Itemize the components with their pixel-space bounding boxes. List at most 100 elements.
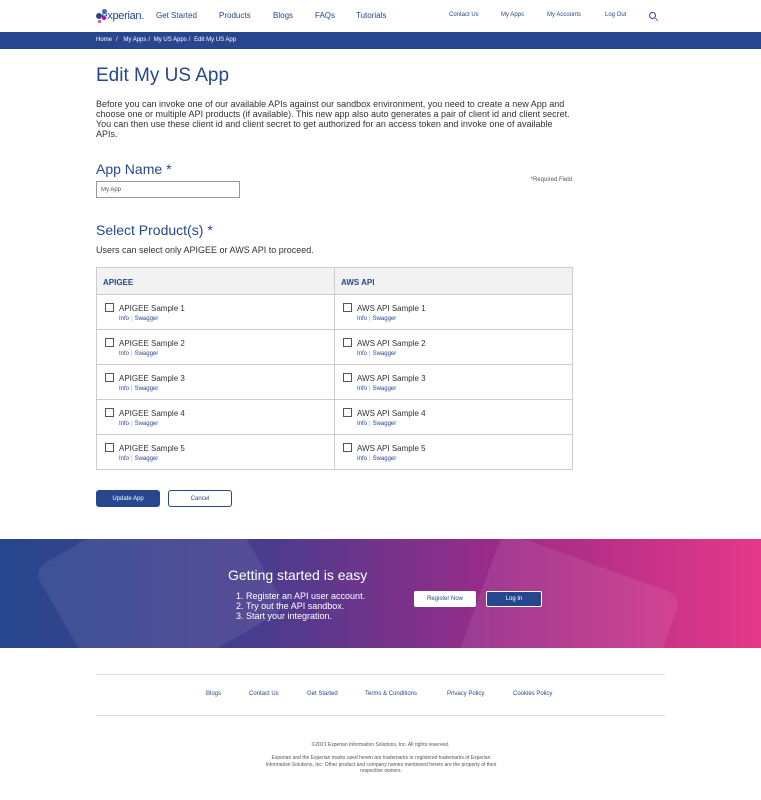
footer-privacy[interactable]: Privacy Policy <box>447 691 484 697</box>
app-name-input[interactable] <box>96 181 240 198</box>
nav-blogs[interactable]: Blogs <box>273 11 293 20</box>
info-link[interactable]: Info <box>357 316 367 322</box>
banner-step: 3. Start your integration. <box>236 611 333 621</box>
nav-tutorials[interactable]: Tutorials <box>356 11 386 20</box>
nav-my-apps[interactable]: My Apps <box>501 12 524 18</box>
breadcrumb-my-us-apps[interactable]: My US Apps <box>154 37 187 43</box>
product-checkbox[interactable] <box>343 373 352 382</box>
info-link[interactable]: Info <box>119 421 129 427</box>
swagger-link[interactable]: Swagger <box>135 456 159 462</box>
aws-column: AWS API AWS API Sample 1 Info | Swagger AW… <box>335 268 572 469</box>
swagger-link[interactable]: Swagger <box>135 386 159 392</box>
nav-contact-us[interactable]: Contact Us <box>449 12 479 18</box>
cancel-button[interactable]: Cancel <box>168 490 232 507</box>
footer-divider <box>96 674 665 675</box>
getting-started-banner: Getting started is easy 1. Register an AP… <box>0 539 761 648</box>
required-marker: * <box>166 161 172 177</box>
product-checkbox[interactable] <box>105 408 114 417</box>
banner-steps: 1. Register an API user account. 2. Try ou… <box>236 591 365 621</box>
info-link[interactable]: Info <box>357 456 367 462</box>
info-link[interactable]: Info <box>119 351 129 357</box>
update-app-button[interactable]: Update App <box>96 490 160 507</box>
swagger-link[interactable]: Swagger <box>373 421 397 427</box>
product-name: APIGEE Sample 4 <box>119 409 185 418</box>
product-row: APIGEE Sample 5 Info | Swagger <box>97 435 334 470</box>
breadcrumb: Home / My Apps / My US Apps / Edit My US Ap… <box>96 37 237 43</box>
logo-text: experian. <box>101 10 144 22</box>
swagger-link[interactable]: Swagger <box>373 351 397 357</box>
product-name: APIGEE Sample 2 <box>119 339 185 348</box>
product-checkbox[interactable] <box>105 338 114 347</box>
product-table: APIGEE APIGEE Sample 1 Info | Swagger APIG… <box>96 267 573 470</box>
product-name: AWS API Sample 3 <box>357 374 426 383</box>
app-name-label: App Name * <box>96 161 172 177</box>
footer-get-started[interactable]: Get Started <box>307 691 338 697</box>
banner-step: 1. Register an API user account. <box>236 591 366 601</box>
required-field-note: *Required Field <box>530 177 572 183</box>
products-note: Users can select only APIGEE or AWS API … <box>96 245 314 255</box>
banner-title: Getting started is easy <box>228 567 368 583</box>
product-row: APIGEE Sample 3 Info | Swagger <box>97 365 334 400</box>
product-checkbox[interactable] <box>343 408 352 417</box>
breadcrumb-home[interactable]: Home <box>96 37 112 43</box>
product-name: APIGEE Sample 1 <box>119 304 185 313</box>
product-row: AWS API Sample 3 Info | Swagger <box>335 365 572 400</box>
legal-text: Experian and the Experian marks used her… <box>265 755 497 774</box>
swagger-link[interactable]: Swagger <box>135 316 159 322</box>
info-link[interactable]: Info <box>119 316 129 322</box>
nav-faqs[interactable]: FAQs <box>315 11 335 20</box>
breadcrumb-my-apps[interactable]: My Apps <box>123 37 146 43</box>
info-link[interactable]: Info <box>119 456 129 462</box>
search-icon[interactable] <box>649 12 656 19</box>
aws-column-header: AWS API <box>335 268 572 295</box>
experian-logo-icon <box>96 9 107 23</box>
info-link[interactable]: Info <box>119 386 129 392</box>
swagger-link[interactable]: Swagger <box>373 316 397 322</box>
nav-get-started[interactable]: Get Started <box>156 11 197 20</box>
product-row: AWS API Sample 4 Info | Swagger <box>335 400 572 435</box>
footer-contact-us[interactable]: Contact Us <box>249 691 279 697</box>
info-link[interactable]: Info <box>357 351 367 357</box>
nav-log-out[interactable]: Log Out <box>605 12 626 18</box>
product-row: APIGEE Sample 4 Info | Swagger <box>97 400 334 435</box>
app-name-label-text: App Name <box>96 161 163 177</box>
product-name: AWS API Sample 4 <box>357 409 426 418</box>
footer-cookies[interactable]: Cookies Policy <box>513 691 552 697</box>
product-row: AWS API Sample 2 Info | Swagger <box>335 330 572 365</box>
product-name: AWS API Sample 2 <box>357 339 426 348</box>
swagger-link[interactable]: Swagger <box>373 386 397 392</box>
nav-my-accounts[interactable]: My Accounts <box>547 12 581 18</box>
copyright-text: ©2021 Experian Information Solutions, In… <box>311 742 450 748</box>
page-title: Edit My US App <box>96 65 230 86</box>
register-now-button[interactable]: Register Now <box>414 591 476 607</box>
swagger-link[interactable]: Swagger <box>373 456 397 462</box>
product-row: APIGEE Sample 2 Info | Swagger <box>97 330 334 365</box>
footer-divider <box>96 715 665 716</box>
footer-blogs[interactable]: Blogs <box>206 691 221 697</box>
product-checkbox[interactable] <box>105 443 114 452</box>
info-link[interactable]: Info <box>357 421 367 427</box>
apigee-column-header: APIGEE <box>97 268 334 295</box>
nav-products[interactable]: Products <box>219 11 251 20</box>
apigee-column: APIGEE APIGEE Sample 1 Info | Swagger APIG… <box>97 268 335 469</box>
breadcrumb-current: Edit My US App <box>194 37 237 43</box>
info-link[interactable]: Info <box>357 386 367 392</box>
product-checkbox[interactable] <box>343 338 352 347</box>
swagger-link[interactable]: Swagger <box>135 351 159 357</box>
experian-logo[interactable]: experian. <box>96 8 144 24</box>
footer-terms[interactable]: Terms & Conditions <box>365 691 417 697</box>
select-products-label: Select Product(s) * <box>96 222 213 238</box>
log-in-button[interactable]: Log In <box>486 591 542 607</box>
product-checkbox[interactable] <box>343 303 352 312</box>
swagger-link[interactable]: Swagger <box>135 421 159 427</box>
select-products-label-text: Select Product(s) <box>96 222 204 238</box>
required-marker: * <box>207 222 213 238</box>
product-name: AWS API Sample 5 <box>357 444 426 453</box>
product-checkbox[interactable] <box>105 303 114 312</box>
top-navigation: experian. Get Started Products Blogs FAQ… <box>0 0 761 32</box>
product-checkbox[interactable] <box>343 443 352 452</box>
product-checkbox[interactable] <box>105 373 114 382</box>
intro-text: Before you can invoke one of our availab… <box>96 99 570 139</box>
banner-decoration <box>448 539 682 648</box>
product-name: APIGEE Sample 5 <box>119 444 185 453</box>
